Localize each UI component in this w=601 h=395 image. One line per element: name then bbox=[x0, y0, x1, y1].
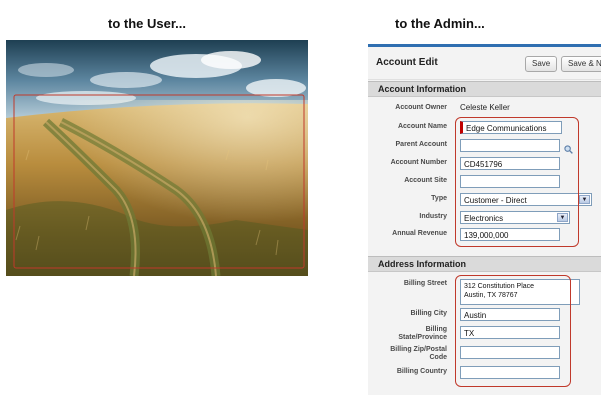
billing-street-label: Billing Street bbox=[403, 280, 447, 287]
address-fields-highlight bbox=[455, 275, 571, 387]
billing-zip-label: Billing Zip/Postal Code bbox=[375, 346, 447, 362]
account-owner-label: Account Owner bbox=[395, 104, 447, 111]
billing-state-label: Billing State/Province bbox=[375, 326, 447, 342]
billing-country-label: Billing Country bbox=[396, 368, 447, 375]
billing-zip-label-line-1: Billing Zip/Postal bbox=[390, 346, 447, 353]
page-title: Account Edit bbox=[376, 57, 438, 68]
type-label: Type bbox=[431, 195, 447, 202]
billing-city-label: Billing City bbox=[410, 310, 447, 317]
chevron-down-icon[interactable]: ▼ bbox=[579, 195, 590, 204]
user-caption: to the User... bbox=[108, 16, 187, 31]
billing-state-label-line-2: State/Province bbox=[398, 334, 447, 341]
account-owner-value: Celeste Keller bbox=[460, 103, 510, 112]
industry-label: Industry bbox=[419, 213, 447, 220]
wheat-field-photo bbox=[6, 40, 308, 276]
account-name-label: Account Name bbox=[397, 123, 447, 130]
address-information-header: Address Information bbox=[368, 256, 601, 272]
account-information-header: Account Information bbox=[368, 81, 601, 97]
parent-account-label: Parent Account bbox=[395, 141, 447, 148]
account-fields-highlight bbox=[455, 117, 579, 247]
admin-caption: to the Admin... bbox=[395, 16, 485, 31]
billing-state-label-line-1: Billing bbox=[425, 326, 447, 333]
panel-header: Account Edit Save Save & N bbox=[368, 47, 601, 80]
save-button[interactable]: Save bbox=[525, 56, 558, 72]
annual-revenue-label: Annual Revenue bbox=[392, 230, 447, 237]
account-site-label: Account Site bbox=[404, 177, 447, 184]
account-edit-panel: Account Edit Save Save & N Account Infor… bbox=[368, 44, 601, 395]
account-number-label: Account Number bbox=[390, 159, 447, 166]
save-new-button[interactable]: Save & N bbox=[561, 56, 601, 72]
billing-zip-label-line-2: Code bbox=[429, 354, 448, 361]
